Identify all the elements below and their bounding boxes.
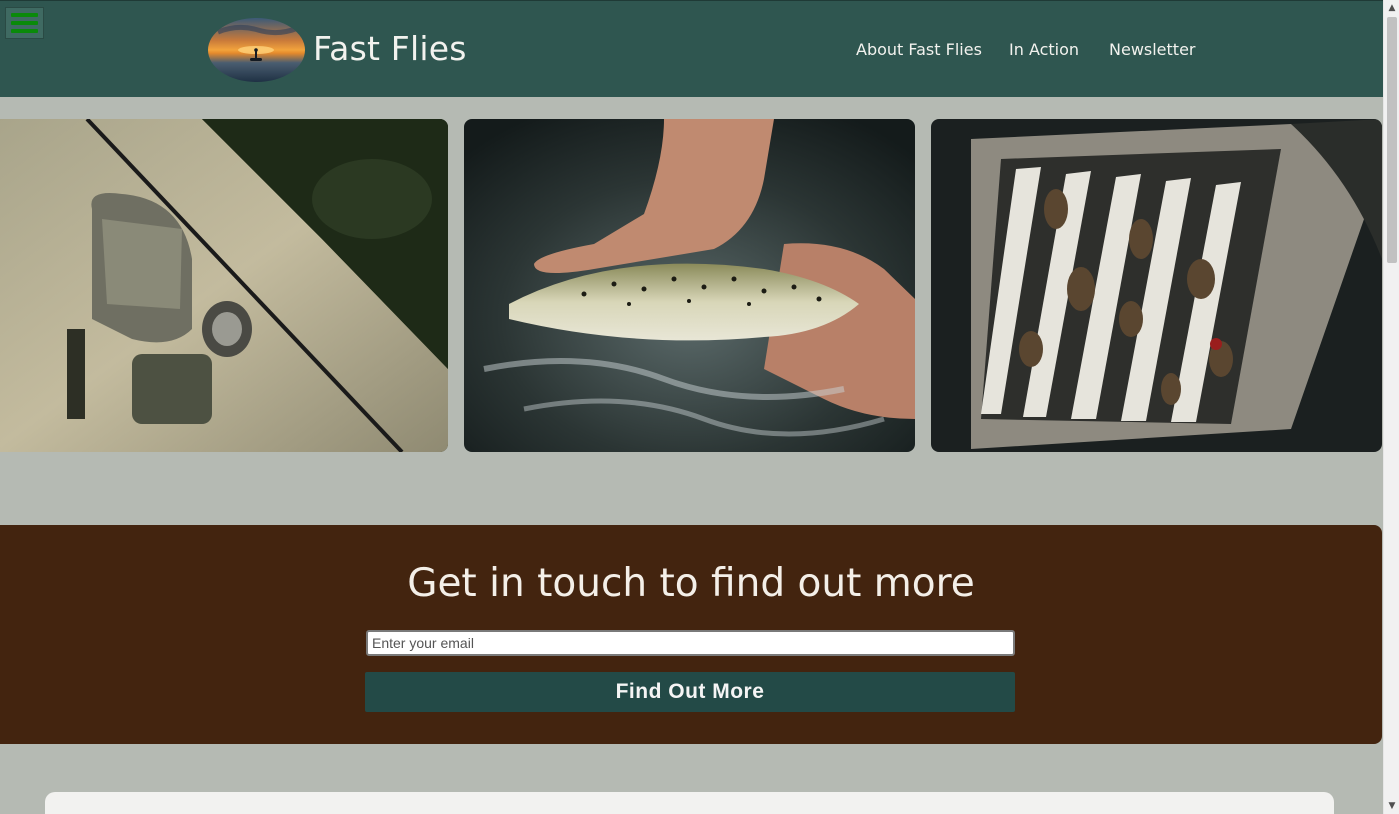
brand-title[interactable]: Fast Flies bbox=[313, 29, 467, 68]
nav-in-action[interactable]: In Action bbox=[1009, 40, 1079, 59]
contact-heading: Get in touch to find out more bbox=[407, 561, 975, 606]
nav-newsletter[interactable]: Newsletter bbox=[1109, 40, 1196, 59]
menu-bar bbox=[11, 29, 38, 33]
scroll-down-arrow-icon[interactable]: ▼ bbox=[1384, 798, 1399, 814]
scroll-up-arrow-icon[interactable]: ▲ bbox=[1384, 0, 1399, 16]
fishing-rod-backpack-image bbox=[0, 119, 448, 452]
sunset-kayak-logo-icon bbox=[208, 18, 305, 82]
hand-holding-trout-image bbox=[464, 119, 915, 452]
menu-bar bbox=[11, 21, 38, 25]
hamburger-menu-icon[interactable] bbox=[5, 7, 44, 39]
fly-box-image bbox=[931, 119, 1382, 452]
gallery-photo-trout bbox=[464, 119, 915, 452]
scrollbar-thumb[interactable] bbox=[1387, 17, 1397, 263]
find-out-more-button[interactable]: Find Out More bbox=[365, 672, 1015, 712]
menu-bar bbox=[11, 13, 38, 17]
logo-image[interactable] bbox=[208, 18, 305, 82]
page-scrollbar[interactable]: ▲ ▼ bbox=[1383, 0, 1399, 814]
nav-about-fast-flies[interactable]: About Fast Flies bbox=[856, 40, 982, 59]
content-panel bbox=[45, 792, 1334, 814]
gallery-photo-fly-box bbox=[931, 119, 1382, 452]
email-input[interactable] bbox=[366, 630, 1015, 656]
gallery-photo-rod-backpack bbox=[0, 119, 448, 452]
site-header: Fast Flies About Fast Flies In Action Ne… bbox=[0, 0, 1383, 97]
contact-section: Get in touch to find out more Find Out M… bbox=[0, 525, 1382, 744]
